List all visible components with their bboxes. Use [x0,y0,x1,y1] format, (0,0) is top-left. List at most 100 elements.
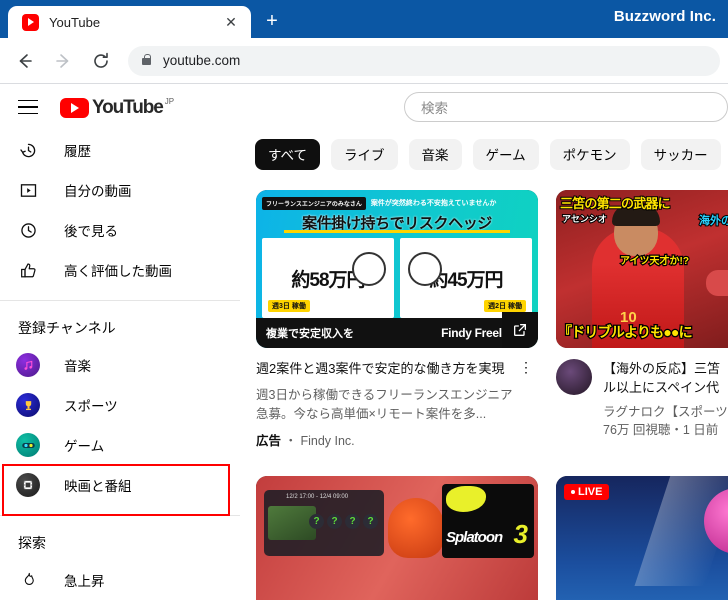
video-grid-row-1: フリーランスエンジニアのみなさん 案件が突然終わる不安抱えていませんか 案件掛け… [240,178,728,450]
video-meta-soccer: 【海外の反応】三笘 ル以上にスペイン代 ラグナロク【スポーツ… 76万 回視聴・… [556,359,728,439]
video-thumbnail-ad[interactable]: フリーランスエンジニアのみなさん 案件が突然終わる不安抱えていませんか 案件掛け… [256,190,538,348]
hamburger-menu-icon[interactable] [18,99,38,115]
sidebar-channel-music[interactable]: 音楽 [0,345,240,385]
ad-footer: 複業で安定収入を Findy Freelance [256,318,538,348]
youtube-wordmark: YouTube [92,96,164,118]
trophy-icon [16,393,40,417]
browser-toolbar: youtube.com [0,38,728,83]
gamepad-icon [16,433,40,457]
sidebar-channel-label: ゲーム [64,439,105,454]
window-brand-label: Buzzword Inc. [613,8,716,25]
video-card-live[interactable]: LIVE [556,476,728,600]
ad-subline: 案件が突然終わる不安抱えていませんか [370,200,497,207]
lock-icon [142,54,152,65]
video-thumbnail-live[interactable]: LIVE [556,476,728,600]
search-input[interactable]: 検索 [404,92,728,122]
ad-label: 広告 [256,434,282,448]
film-icon [16,473,40,497]
youtube-country-code: JP [164,96,175,106]
chip-music[interactable]: 音楽 [408,138,462,170]
video-menu-icon[interactable]: ⋮ [514,359,538,450]
ad-separator: ・ [281,434,301,448]
ad-badge-left: 週3日 稼働 [268,300,310,312]
page-viewport: YouTube JP 履歴 自分の動画 後で見る 高く評価した動画 登録チャンネ… [0,84,728,600]
external-link-icon[interactable] [502,312,538,348]
sidebar-item-label: 自分の動画 [64,184,132,199]
my-videos-icon [16,178,40,202]
sidebar-channel-sports[interactable]: スポーツ [0,385,240,425]
chip-soccer[interactable]: サッカー [640,138,721,170]
sidebar-channel-label: 映画と番組 [64,479,132,494]
sidebar-item-history[interactable]: 履歴 [0,130,240,170]
chip-pokemon[interactable]: ポケモン [549,138,630,170]
video-card-splatoon[interactable]: 12/2 17:00 - 12/4 09:00 ? ? ? ? Splatoon [256,476,538,600]
browser-window: YouTube ✕ + Buzzword Inc. youtube.com Yo… [0,0,728,600]
ad-attribution: 広告 ・ Findy Inc. [256,432,514,450]
sidebar-channel-label: スポーツ [64,399,118,414]
close-icon[interactable]: ✕ [219,10,243,34]
browser-title-bar: YouTube ✕ + Buzzword Inc. [0,0,728,38]
sidebar-item-trending[interactable]: 急上昇 [0,560,240,600]
video-title[interactable]: 週2案件と週3案件で安定的な働き方を実現 [256,359,514,378]
splatoon-info-panel: 12/2 17:00 - 12/4 09:00 ? ? ? ? [264,490,384,556]
sidebar-divider-1 [0,300,240,301]
video-title[interactable]: 【海外の反応】三笘 ル以上にスペイン代 [603,359,728,397]
soccer-overlay-mid: アイツ天才か!? [619,255,690,269]
advertiser-name: Findy Inc. [300,434,355,448]
ad-panel-left: 約58万円 週3日 稼働 [262,238,394,318]
ad-footer-text: 複業で安定収入を [266,328,354,340]
video-grid-row-2: 12/2 17:00 - 12/4 09:00 ? ? ? ? Splatoon [240,450,728,600]
sidebar-item-label: 急上昇 [64,574,105,589]
sidebar-item-label: 後で見る [64,224,118,239]
main-content: 検索 すべて ライブ 音楽 ゲーム ポケモン サッカー フリーランスエンジニアの… [240,84,728,600]
browser-tab-youtube[interactable]: YouTube ✕ [8,6,251,38]
video-card-ad[interactable]: フリーランスエンジニアのみなさん 案件が突然終わる不安抱えていませんか 案件掛け… [256,190,538,450]
channel-name[interactable]: ラグナロク【スポーツ… [603,403,728,421]
sidebar-item-label: 履歴 [64,144,91,159]
chip-all[interactable]: すべて [255,138,321,170]
sidebar-item-liked-videos[interactable]: 高く評価した動画 [0,250,240,290]
question-mark-icon: ? [345,514,360,529]
history-icon [16,138,40,162]
sidebar-channel-label: 音楽 [64,359,91,374]
sidebar-channel-movies[interactable]: 映画と番組 [0,465,240,505]
back-icon[interactable] [10,46,40,76]
youtube-favicon [22,13,39,31]
question-mark-icon: ? [363,514,378,529]
url-text: youtube.com [163,53,241,68]
reload-icon[interactable] [86,46,116,76]
sidebar: YouTube JP 履歴 自分の動画 後で見る 高く評価した動画 登録チャンネ… [0,84,240,600]
video-thumbnail-soccer[interactable]: 10 三笘の第二の武器に 海外の反応 アセンシオ アイツ天才か!? 『ドリブルよ… [556,190,728,348]
tab-title: YouTube [49,14,101,30]
youtube-logo[interactable]: YouTube JP [60,97,174,118]
video-description: 週3日から稼働できるフリーランスエンジニア急募。今なら高単価×リモート案件を多.… [256,388,513,421]
watch-later-icon [16,218,40,242]
ad-tag: フリーランスエンジニアのみなさん [262,196,366,210]
video-thumbnail-splatoon[interactable]: 12/2 17:00 - 12/4 09:00 ? ? ? ? Splatoon [256,476,538,600]
soccer-overlay-name: アセンシオ [561,213,608,225]
sidebar-channel-games[interactable]: ゲーム [0,425,240,465]
channel-avatar[interactable] [556,359,592,395]
forward-icon[interactable] [48,46,78,76]
ad-illustration-left [352,252,386,286]
soccer-overlay-top: 三笘の第二の武器に [559,195,672,212]
chip-games[interactable]: ゲーム [472,138,539,170]
address-bar[interactable]: youtube.com [128,45,720,76]
video-card-soccer[interactable]: 10 三笘の第二の武器に 海外の反応 アセンシオ アイツ天才か!? 『ドリブルよ… [556,190,728,450]
ad-panel-right: 約45万円 週2日 稼働 [400,238,532,318]
sidebar-item-my-videos[interactable]: 自分の動画 [0,170,240,210]
search-row: 検索 [240,84,728,130]
new-tab-button[interactable]: + [259,10,285,34]
filter-chip-bar: すべて ライブ 音楽 ゲーム ポケモン サッカー [240,130,728,178]
chip-live[interactable]: ライブ [331,138,398,170]
sidebar-header: YouTube JP [0,84,240,130]
live-dot-icon [571,490,575,494]
sidebar-section-subscriptions: 登録チャンネル [18,320,116,336]
sidebar-item-label: 高く評価した動画 [64,264,172,279]
ad-badge-right: 週2日 稼働 [484,300,526,312]
splatoon-character [388,498,444,558]
live-badge: LIVE [564,484,610,500]
splatoon-logo-number: 3 [513,519,528,549]
sidebar-item-watch-later[interactable]: 後で見る [0,210,240,250]
question-mark-icon: ? [327,514,342,529]
